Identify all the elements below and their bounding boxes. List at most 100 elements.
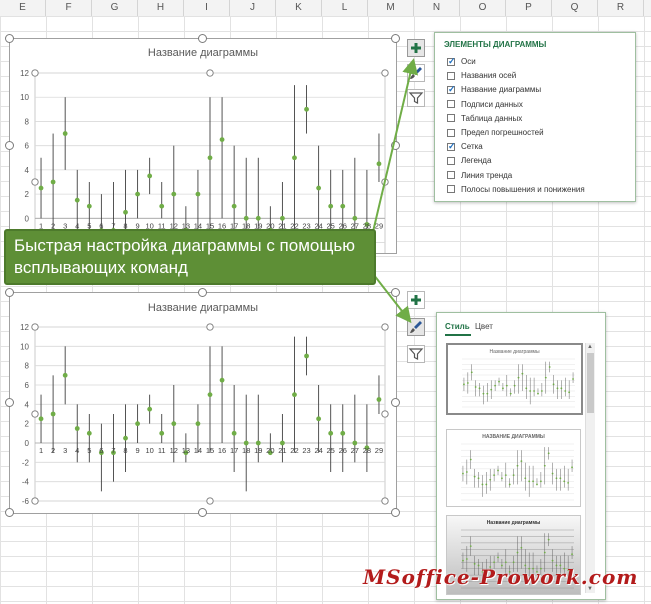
chart-styles-button[interactable]: [407, 64, 425, 82]
checkbox-checked[interactable]: ✓: [447, 84, 456, 94]
x-tick-label: 1: [39, 446, 43, 455]
thumbnail-point: [497, 469, 499, 472]
chart-2-resize-handle-tl[interactable]: [5, 288, 14, 297]
thumbnail-point: [520, 546, 523, 549]
plot-area-handle: [206, 323, 214, 331]
chart-element-option[interactable]: Таблица данных: [447, 112, 522, 125]
chart-2-resize-handle-bl[interactable]: [5, 508, 14, 517]
column-header-l[interactable]: L: [322, 0, 368, 16]
chart-2-resize-handle-bc[interactable]: [198, 508, 207, 517]
column-header-g[interactable]: G: [92, 0, 138, 16]
column-header-j[interactable]: J: [230, 0, 276, 16]
thumbnail-point: [528, 480, 531, 483]
styles-scrollbar[interactable]: ▲ ▼: [585, 343, 595, 593]
chart-1-resize-handle-ml[interactable]: [5, 141, 14, 150]
chart-filters-button[interactable]: [407, 89, 425, 107]
plot-area-handle: [31, 497, 39, 505]
plot-area-handle: [381, 410, 389, 418]
thumbnail-point: [572, 378, 574, 380]
checkbox[interactable]: [447, 156, 455, 165]
thumbnail-point: [552, 383, 555, 386]
chart-1-resize-handle-mr[interactable]: [391, 141, 400, 150]
chart-filters-button-2[interactable]: [407, 345, 425, 363]
data-point: [255, 215, 261, 221]
chart-element-option[interactable]: Полосы повышения и понижения: [447, 183, 585, 196]
style-thumbnail-1[interactable]: Название диаграммы: [446, 343, 583, 415]
checkbox-checked[interactable]: ✓: [447, 141, 456, 151]
x-tick-label: 28: [363, 446, 371, 455]
checkbox[interactable]: [447, 171, 455, 180]
x-tick-label: 6: [99, 446, 103, 455]
thumbnail-point: [462, 472, 464, 475]
chart-2-resize-handle-tr[interactable]: [391, 288, 400, 297]
x-tick-label: 13: [182, 446, 190, 455]
column-header-p[interactable]: P: [506, 0, 552, 16]
chart-1-resize-handle-tl[interactable]: [5, 34, 14, 43]
data-point: [147, 173, 153, 179]
column-header-i[interactable]: I: [184, 0, 230, 16]
y-tick-label: 10: [20, 93, 29, 102]
chart-element-option[interactable]: Линия тренда: [447, 169, 512, 182]
chart-1-resize-handle-tr[interactable]: [391, 34, 400, 43]
chart-elements-pane-title: ЭЛЕМЕНТЫ ДИАГРАММЫ: [444, 40, 547, 49]
chart-element-option[interactable]: Предел погрешностей: [447, 126, 544, 139]
chart-2[interactable]: Название диаграммы -6 -4 -2 0 2 4 6 8 10 12 1 2 3 4 5 6…: [9, 292, 397, 514]
thumbnail-point: [462, 559, 464, 562]
style-thumbnail-2[interactable]: НАЗВАНИЕ ДИАГРАММЫ: [446, 429, 581, 507]
chart-element-label: Названия осей: [461, 71, 517, 81]
data-point: [316, 185, 322, 191]
chart-element-option[interactable]: ✓ Оси: [447, 55, 476, 68]
checkbox[interactable]: [447, 185, 455, 194]
chart-styles-button-2[interactable]: [407, 318, 425, 336]
scroll-up-arrow-icon[interactable]: ▲: [587, 344, 593, 350]
column-header-r[interactable]: R: [598, 0, 644, 16]
chart-2-resize-handle-ml[interactable]: [5, 398, 14, 407]
chart-element-option[interactable]: Легенда: [447, 154, 491, 167]
thumbnail-point: [547, 538, 550, 541]
x-tick-label: 18: [242, 446, 250, 455]
checkbox[interactable]: [447, 128, 455, 137]
checkbox[interactable]: [447, 114, 455, 123]
column-header-f[interactable]: F: [46, 0, 92, 16]
column-header-h[interactable]: H: [138, 0, 184, 16]
thumbnail-point: [504, 561, 507, 564]
column-header-m[interactable]: M: [368, 0, 414, 16]
column-header-q[interactable]: Q: [552, 0, 598, 16]
chart-element-option[interactable]: Названия осей: [447, 69, 516, 82]
plot-area-handle: [381, 323, 389, 331]
chart-2-resize-handle-mr[interactable]: [391, 398, 400, 407]
x-tick-label: 9: [136, 446, 140, 455]
thumbnail-point: [473, 475, 476, 478]
x-tick-label: 19: [254, 446, 262, 455]
chart-element-option[interactable]: ✓ Сетка: [447, 140, 483, 153]
chart-1[interactable]: Название диаграммы -6-4-2024681012123456…: [9, 38, 397, 254]
thumbnail-point: [509, 392, 512, 395]
data-point: [207, 155, 213, 161]
column-header-o[interactable]: O: [460, 0, 506, 16]
column-header-k[interactable]: K: [276, 0, 322, 16]
chart-element-option[interactable]: Подписи данных: [447, 98, 523, 111]
column-header-e[interactable]: E: [0, 0, 46, 16]
checkbox-checked[interactable]: ✓: [447, 56, 456, 66]
data-point: [195, 421, 201, 427]
checkbox[interactable]: [447, 71, 455, 80]
tab-color[interactable]: Цвет: [475, 322, 493, 331]
chart-elements-button-2[interactable]: [407, 291, 425, 309]
brush-icon: [410, 321, 422, 333]
x-tick-label: 22: [290, 446, 298, 455]
data-point: [304, 353, 309, 359]
thumbnail-point: [498, 380, 500, 383]
chart-2-resize-handle-tc[interactable]: [198, 288, 207, 297]
plot-area-handle: [381, 497, 389, 505]
chart-2-resize-handle-br[interactable]: [391, 508, 400, 517]
chart-1-resize-handle-tc[interactable]: [198, 34, 207, 43]
data-point: [352, 215, 358, 221]
column-header-n[interactable]: N: [414, 0, 460, 16]
data-point: [243, 440, 249, 446]
data-point: [159, 430, 165, 436]
tab-style[interactable]: Стиль: [445, 322, 470, 331]
scroll-thumb[interactable]: [587, 353, 594, 413]
chart-elements-button[interactable]: [407, 39, 425, 57]
checkbox[interactable]: [447, 100, 455, 109]
chart-element-option[interactable]: ✓ Название диаграммы: [447, 83, 541, 96]
